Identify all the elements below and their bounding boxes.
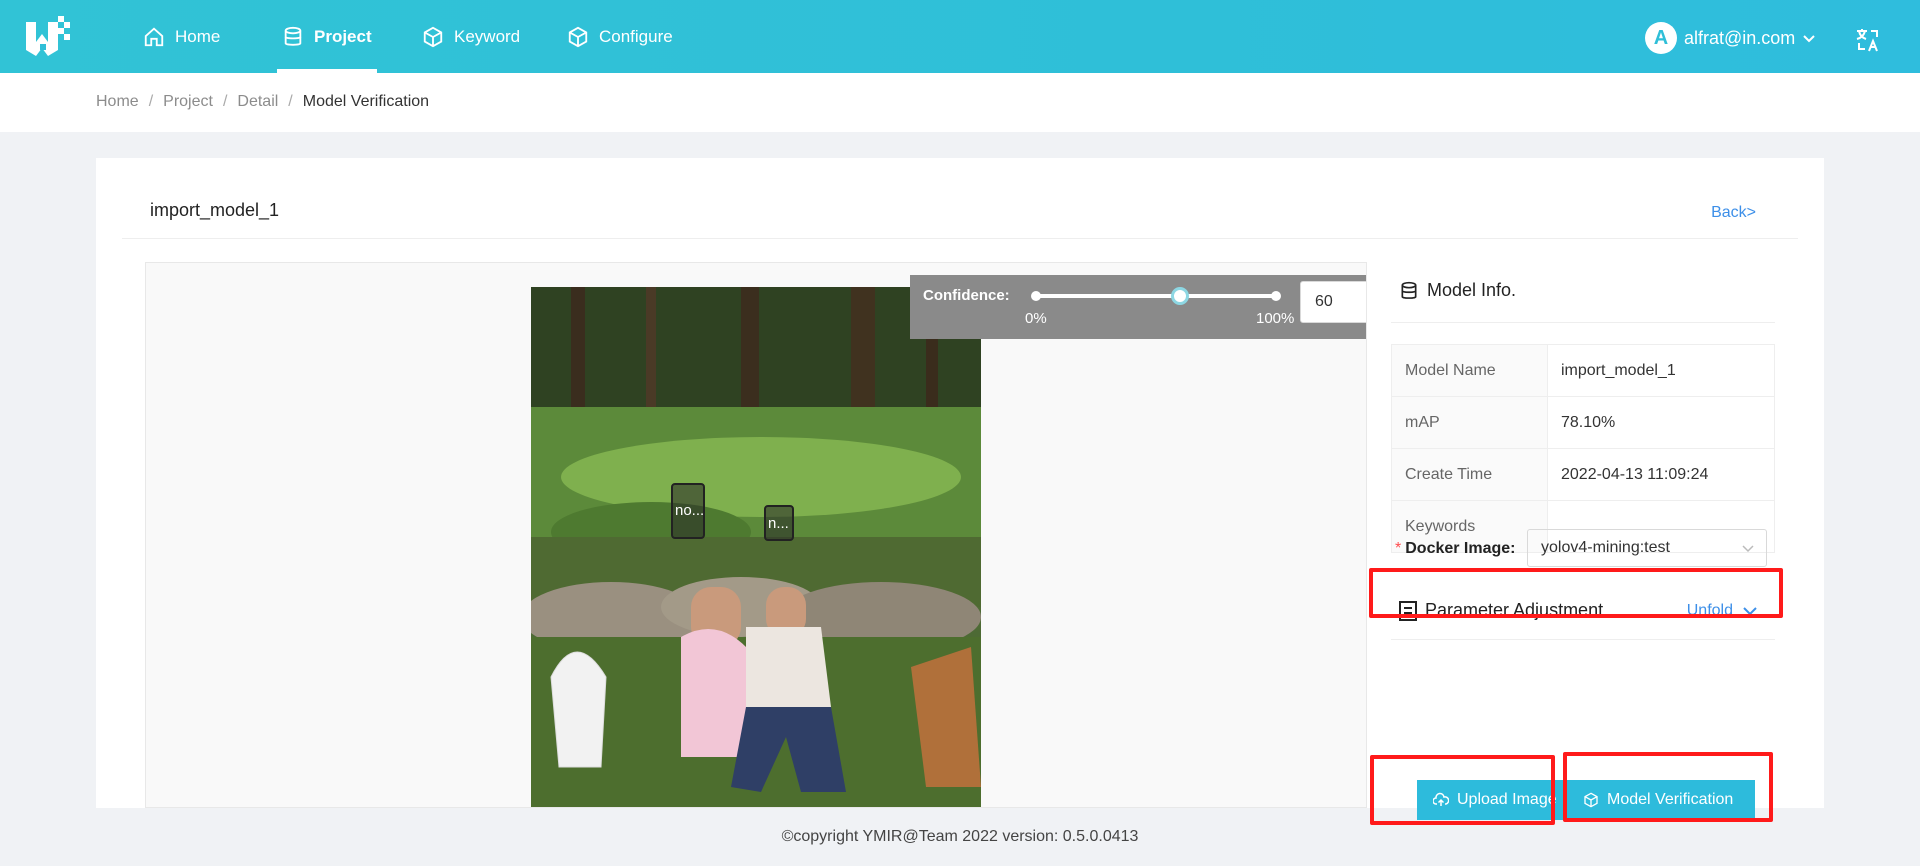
cube-icon [423,26,443,47]
model-verification-button[interactable]: Model Verification [1567,780,1755,820]
chevron-down-icon [1743,607,1757,616]
user-email: alfrat@in.com [1684,27,1796,48]
docker-image-row: * Docker Image: yolov4-mining:test [1391,526,1791,572]
divider [1391,322,1775,323]
home-icon [144,27,164,46]
database-icon [1401,281,1417,299]
nav-configure-label: Configure [599,26,673,46]
info-key: mAP [1391,396,1548,449]
back-link[interactable]: Back> [1711,204,1756,222]
unfold-toggle[interactable]: Unfold [1687,602,1757,620]
divider [1391,639,1775,640]
detection-box[interactable]: no... [671,483,705,539]
image-viewer: no... n... Confidence: 0% 100% 60 [145,262,1367,808]
confidence-slider[interactable] [1031,287,1281,305]
outdoor-photo [531,287,981,807]
ymir-logo-icon[interactable] [22,12,72,62]
breadcrumb-detail[interactable]: Detail [237,93,278,111]
nav-project-label: Project [314,26,372,46]
parameter-heading: Parameter Adjustment [1399,600,1603,621]
table-row: Create Time 2022-04-13 11:09:24 [1391,448,1775,501]
table-row: Model Name import_model_1 [1391,344,1775,397]
slider-min-label: 0% [1025,310,1047,327]
form-icon [1399,600,1417,621]
chevron-down-icon [1803,35,1816,43]
avatar: A [1645,22,1677,54]
upload-image-button[interactable]: Upload Image [1417,780,1577,820]
docker-image-select[interactable]: yolov4-mining:test [1527,529,1767,567]
nav-keyword-label: Keyword [454,26,521,46]
info-value: import_model_1 [1547,344,1775,397]
slider-handle[interactable] [1171,287,1189,305]
nav-configure[interactable]: Configure [567,0,673,73]
model-info-title: Model Info. [1427,280,1517,300]
top-navbar: Home Project Keyword Configure A alfrat@… [0,0,1920,73]
slider-max-dot [1271,291,1281,301]
slider-max-label: 100% [1256,310,1295,327]
parameter-title: Parameter Adjustment [1425,600,1604,620]
info-value: 78.10% [1547,396,1775,449]
cube-icon [568,26,588,47]
database-icon [284,26,302,46]
docker-image-label-text: Docker Image: [1405,540,1516,557]
confidence-input[interactable]: 60 [1300,281,1366,323]
translate-icon[interactable] [1855,27,1881,53]
info-key: Create Time [1391,448,1548,501]
chevron-down-icon [1742,545,1754,553]
breadcrumb-current: Model Verification [302,93,430,110]
cloud-upload-icon [1433,792,1449,806]
divider [122,238,1798,239]
slider-min-dot [1031,291,1041,301]
verification-image: no... n... [531,287,981,807]
table-row: mAP 78.10% [1391,396,1775,449]
confidence-label: Confidence: [923,287,1010,304]
confidence-panel: Confidence: 0% 100% 60 [910,275,1366,339]
parameter-adjustment-row: Parameter Adjustment Unfold [1391,592,1775,632]
breadcrumb-home[interactable]: Home [96,93,139,111]
nav-keyword[interactable]: Keyword [422,0,520,73]
breadcrumb-separator: / [288,93,293,110]
docker-image-value: yolov4-mining:test [1541,539,1670,556]
upload-image-label: Upload Image [1457,791,1557,808]
breadcrumb-separator: / [222,93,228,110]
info-key: Model Name [1391,344,1548,397]
page-title: import_model_1 [150,200,280,220]
detection-box[interactable]: n... [764,505,794,541]
breadcrumb: Home / Project / Detail / Model Verifica… [96,93,429,111]
footer-copyright: ©copyright YMIR@Team 2022 version: 0.5.0… [781,828,1139,845]
nav-home-label: Home [175,26,221,46]
info-value: 2022-04-13 11:09:24 [1547,448,1775,501]
unfold-label: Unfold [1686,602,1733,619]
docker-image-label: * Docker Image: [1395,540,1516,558]
breadcrumb-separator: / [148,93,154,110]
model-info-table: Model Name import_model_1 mAP 78.10% Cre… [1391,344,1775,553]
nav-project[interactable]: Project [277,0,377,73]
user-menu[interactable]: A alfrat@in.com [1645,22,1816,54]
cube-icon [1584,792,1598,808]
nav-home[interactable]: Home [143,0,220,73]
verification-card: import_model_1 Back> no... n... Confiden… [96,158,1824,820]
required-mark: * [1395,540,1402,557]
model-verification-label: Model Verification [1607,791,1734,808]
breadcrumb-project[interactable]: Project [163,93,213,111]
model-info-heading: Model Info. [1399,280,1516,301]
breadcrumb-bar: Home / Project / Detail / Model Verifica… [0,73,1920,132]
